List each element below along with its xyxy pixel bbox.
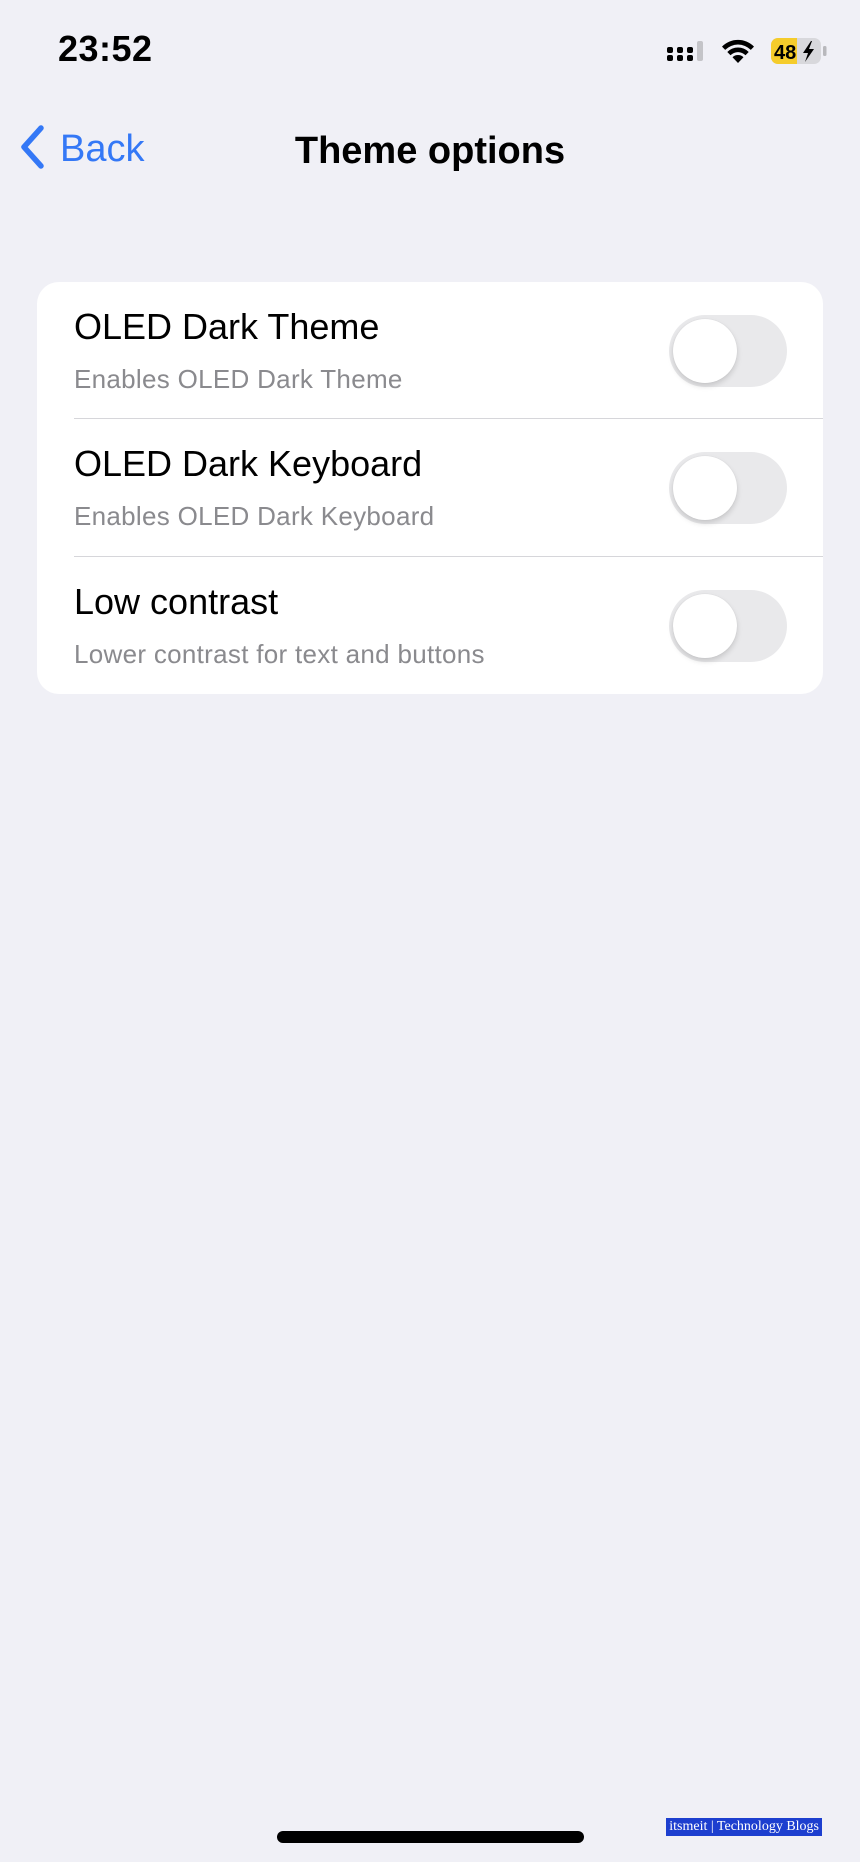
wifi-icon <box>720 37 756 65</box>
setting-subtitle: Enables OLED Dark Theme <box>74 364 403 394</box>
toggle-knob <box>673 594 737 658</box>
watermark: itsmeit | Technology Blogs <box>666 1818 822 1836</box>
home-indicator[interactable] <box>277 1831 584 1843</box>
status-bar: 23:52 48 <box>0 0 860 104</box>
setting-title: OLED Dark Theme <box>74 306 380 347</box>
page-title: Theme options <box>294 130 566 172</box>
battery-level: 48 <box>774 42 796 64</box>
toggle-knob <box>673 456 737 520</box>
signal-icon <box>666 38 706 64</box>
toggle-knob <box>673 319 737 383</box>
setting-title: Low contrast <box>74 581 279 622</box>
setting-subtitle: Enables OLED Dark Keyboard <box>74 501 435 531</box>
setting-title: OLED Dark Keyboard <box>74 443 423 484</box>
battery-icon: 48 <box>770 36 828 66</box>
oled-dark-theme-toggle[interactable] <box>669 315 787 387</box>
setting-row-oled-dark-theme: OLED Dark Theme Enables OLED Dark Theme <box>37 282 823 419</box>
setting-row-oled-dark-keyboard: OLED Dark Keyboard Enables OLED Dark Key… <box>37 419 823 557</box>
status-icons: 48 <box>666 36 828 66</box>
status-time: 23:52 <box>58 28 153 69</box>
low-contrast-toggle[interactable] <box>669 590 787 662</box>
navigation-bar: Back Theme options <box>0 110 860 190</box>
oled-dark-keyboard-toggle[interactable] <box>669 452 787 524</box>
setting-row-low-contrast: Low contrast Lower contrast for text and… <box>37 557 823 694</box>
setting-subtitle: Lower contrast for text and buttons <box>74 639 485 669</box>
theme-settings-list: OLED Dark Theme Enables OLED Dark Theme … <box>37 282 823 694</box>
